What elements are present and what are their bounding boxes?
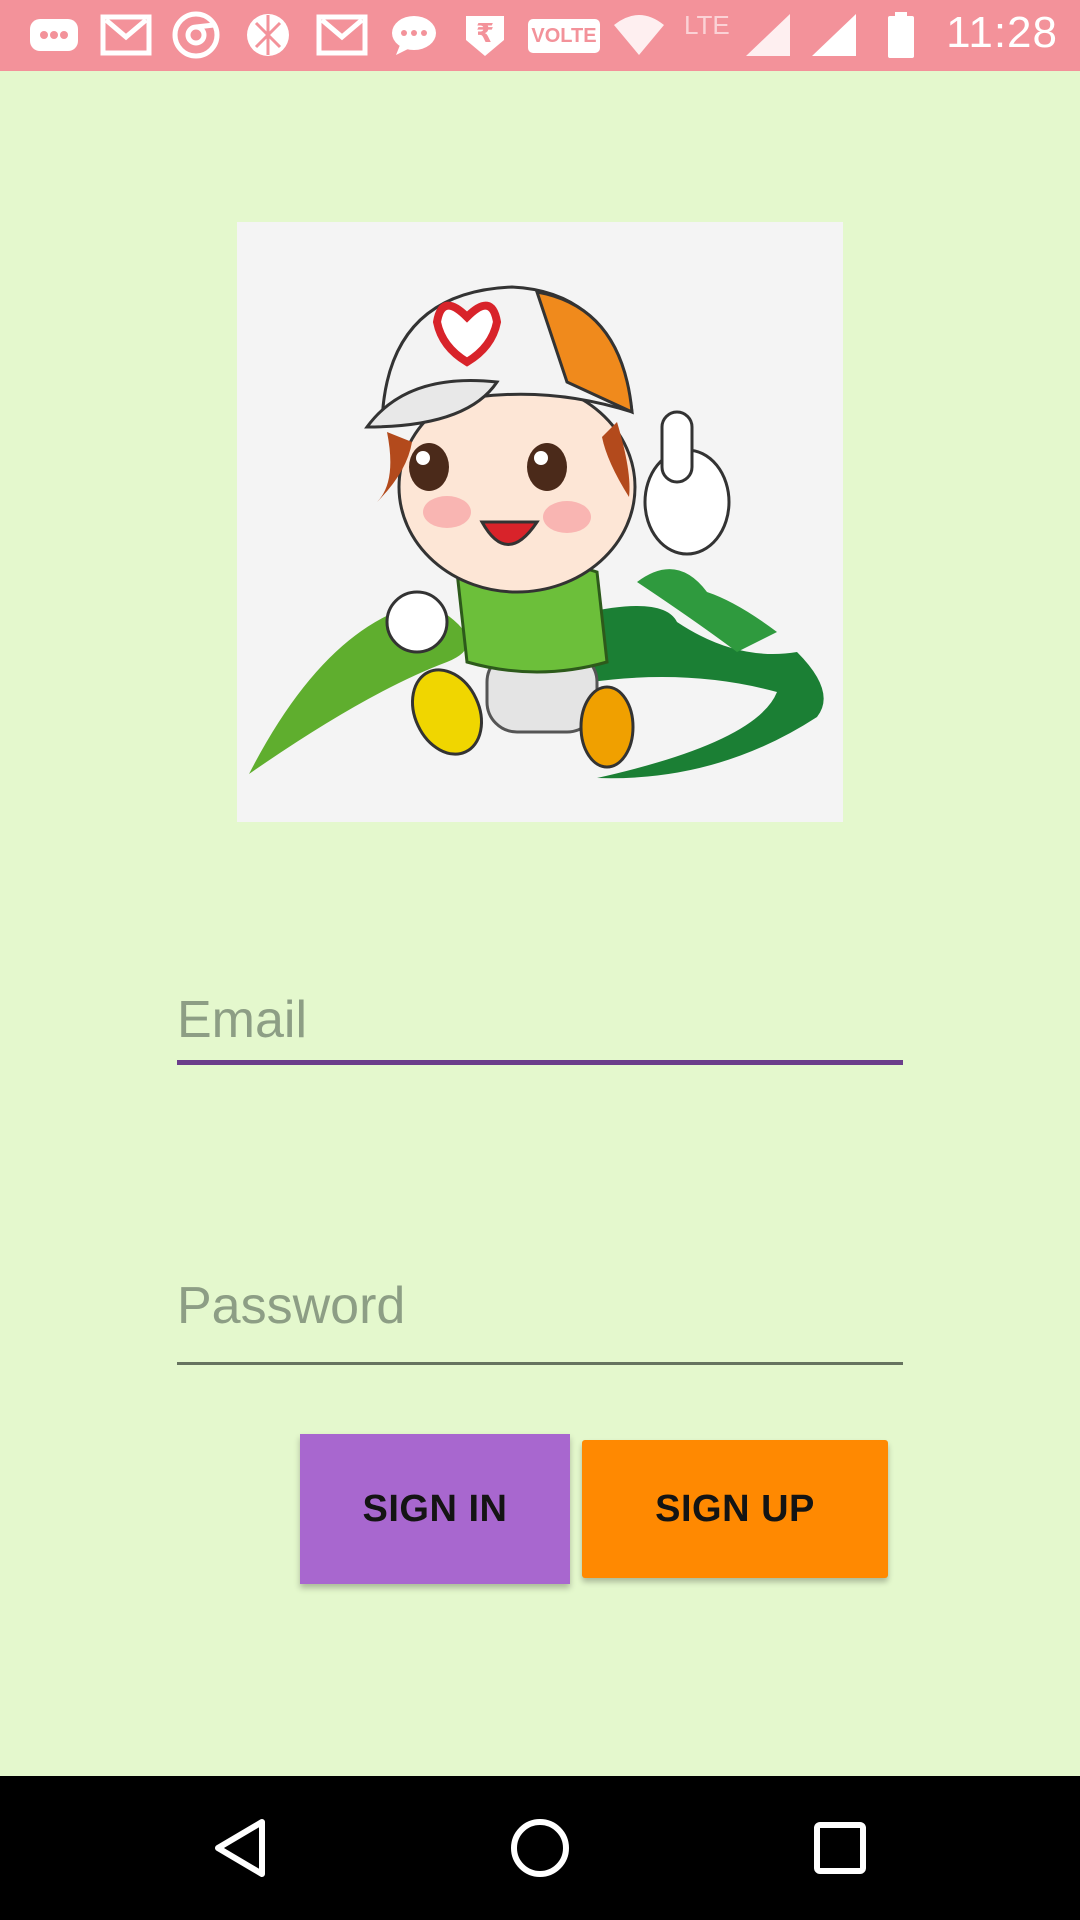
sign-up-button[interactable]: SIGN UP	[582, 1440, 888, 1578]
password-field[interactable]	[177, 1250, 903, 1365]
clock: 11:28	[946, 8, 1058, 57]
status-bar: ₹ VOLTE LTE 11:28	[0, 0, 1080, 71]
recents-icon[interactable]	[795, 1803, 885, 1893]
email-field[interactable]	[177, 980, 903, 1065]
aperture-icon	[244, 10, 292, 60]
gmail-icon	[316, 10, 368, 60]
rupee-icon: ₹	[460, 10, 510, 60]
back-icon[interactable]	[195, 1803, 285, 1893]
wifi-icon	[612, 10, 666, 60]
volte-icon: VOLTE	[528, 19, 600, 53]
navigation-bar	[0, 1776, 1080, 1920]
gmail-icon	[100, 10, 152, 60]
battery-icon	[886, 10, 916, 60]
signal-icon	[810, 10, 858, 60]
home-icon[interactable]	[495, 1803, 585, 1893]
chrome-icon	[172, 10, 220, 60]
mascot-logo	[237, 222, 843, 822]
sign-in-button[interactable]: SIGN IN	[300, 1434, 570, 1584]
lte-icon: LTE	[684, 10, 730, 40]
chat-bubble-icon	[390, 10, 438, 60]
signal-icon	[744, 10, 792, 60]
svg-text:₹: ₹	[476, 19, 494, 49]
message-icon	[28, 10, 80, 60]
